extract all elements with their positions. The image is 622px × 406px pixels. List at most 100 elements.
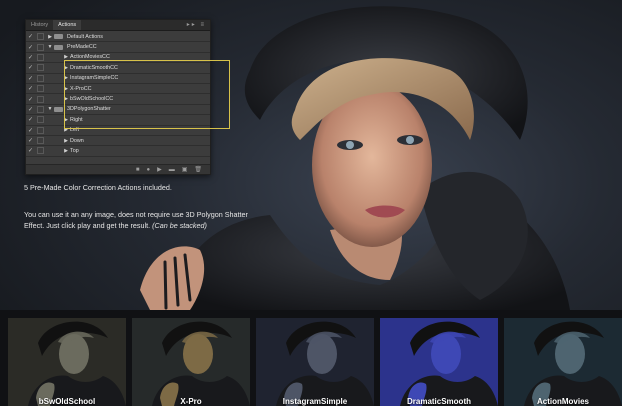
action-row[interactable]: ✓ ▼ 3DPolygonShatter: [26, 105, 210, 116]
dialog-toggle-box[interactable]: [37, 64, 44, 72]
expand-down-icon[interactable]: ▼: [46, 44, 54, 50]
hero-background: History Actions ▸▸ ≡ ✓ ▶ Default Actions ✓ ▼…: [0, 0, 622, 406]
action-label: 3DPolygonShatter: [67, 106, 111, 113]
dialog-toggle-box[interactable]: [37, 95, 44, 103]
action-row[interactable]: ✓ ▶ Down: [26, 136, 210, 147]
action-label: DramaticSmoothCC: [70, 64, 118, 71]
dialog-toggle-box[interactable]: [37, 126, 44, 134]
thumbnail-label: bSwOldSchool: [38, 397, 96, 406]
new-action-icon[interactable]: ▣: [182, 166, 188, 173]
expand-right-icon[interactable]: ▶: [62, 96, 70, 102]
actions-panel: History Actions ▸▸ ≡ ✓ ▶ Default Actions ✓ ▼…: [25, 19, 230, 175]
action-row-content: ▶ Default Actions: [46, 34, 103, 40]
preset-thumbnail[interactable]: bSwOldSchool: [8, 318, 126, 406]
tab-history[interactable]: History: [26, 20, 53, 30]
expand-right-icon[interactable]: ▶: [62, 127, 70, 133]
thumbnail-photo: [28, 321, 126, 406]
dialog-toggle-box[interactable]: [37, 43, 44, 51]
folder-icon: [54, 34, 63, 40]
toggle-check-icon[interactable]: ✓: [26, 116, 35, 123]
action-label: bSwOldSchoolCC: [70, 96, 114, 103]
action-row[interactable]: ✓ ▶ Left: [26, 126, 210, 136]
action-label: Right: [70, 116, 83, 123]
thumbnail-photo: [276, 321, 374, 406]
toggle-check-icon[interactable]: ✓: [26, 137, 35, 144]
expand-right-icon[interactable]: ▶: [62, 75, 70, 81]
action-row-content: ▶ ActionMoviesCC: [46, 54, 110, 60]
expand-right-icon[interactable]: ▶: [62, 117, 70, 123]
preset-thumbnail[interactable]: ActionMovies: [504, 318, 622, 406]
action-row[interactable]: ✓ ▶ ActionMoviesCC: [26, 53, 210, 64]
expand-right-icon[interactable]: ▶: [62, 86, 70, 92]
caption-usage: You can use it an any image, does not re…: [24, 209, 254, 231]
caption-stack-note: (Can be stacked): [152, 221, 207, 230]
play-icon[interactable]: ▶: [157, 166, 162, 173]
dialog-toggle-box[interactable]: [37, 74, 44, 82]
action-label: InstagramSimpleCC: [70, 75, 119, 82]
expand-right-icon[interactable]: ▶: [62, 65, 70, 71]
dialog-toggle-box[interactable]: [37, 33, 44, 41]
dialog-toggle-box[interactable]: [37, 53, 44, 61]
thumbnail-label: DramaticSmooth: [406, 397, 471, 406]
toggle-check-icon[interactable]: ✓: [26, 75, 35, 82]
action-row-content: ▼ 3DPolygonShatter: [46, 106, 111, 112]
folder-icon: [54, 106, 63, 112]
dialog-toggle-box[interactable]: [37, 85, 44, 93]
action-label: Down: [70, 137, 84, 144]
caption-included: 5 Pre-Made Color Correction Actions incl…: [24, 183, 172, 192]
expand-right-icon[interactable]: ▶: [46, 34, 54, 40]
action-row[interactable]: ✓ ▶ X-ProCC: [26, 84, 210, 95]
expand-right-icon[interactable]: ▶: [62, 54, 70, 60]
thumbnail-label: X-Pro: [180, 397, 202, 406]
action-row-content: ▶ InstagramSimpleCC: [46, 75, 118, 81]
action-row[interactable]: ✓ ▶ InstagramSimpleCC: [26, 74, 210, 84]
action-row-content: ▶ DramaticSmoothCC: [46, 65, 118, 71]
preset-thumbnail[interactable]: InstagramSimple: [256, 318, 374, 406]
action-row-content: ▶ bSwOldSchoolCC: [46, 96, 113, 102]
thumbnail-label: ActionMovies: [536, 397, 589, 406]
new-set-icon[interactable]: ▬: [169, 167, 175, 173]
toggle-check-icon[interactable]: ✓: [26, 33, 35, 40]
action-row-content: ▶ Top: [46, 148, 79, 154]
panel-tab-bar: History Actions ▸▸ ≡: [26, 20, 210, 31]
action-row-content: ▶ Right: [46, 117, 83, 123]
thumbnail-photo: [524, 321, 622, 406]
stop-icon[interactable]: ■: [136, 167, 140, 173]
action-row[interactable]: ✓ ▼ PreMadeCC: [26, 42, 210, 53]
expand-right-icon[interactable]: ▶: [62, 138, 70, 144]
tab-actions[interactable]: Actions: [53, 20, 82, 30]
action-label: Top: [70, 147, 79, 154]
dialog-toggle-box[interactable]: [37, 147, 44, 155]
action-label: Default Actions: [67, 33, 103, 40]
dialog-toggle-box[interactable]: [37, 137, 44, 145]
record-icon[interactable]: ●: [146, 167, 150, 173]
expand-down-icon[interactable]: ▼: [46, 106, 54, 112]
action-row-content: ▼ PreMadeCC: [46, 44, 97, 50]
preset-thumbnail[interactable]: DramaticSmooth: [380, 318, 498, 406]
panel-footer-toolbar: ■ ● ▶ ▬ ▣ 🗑: [26, 164, 210, 174]
actions-list: ✓ ▶ Default Actions ✓ ▼ PreMadeCC ✓ ▶ ActionMovi…: [26, 32, 210, 157]
toggle-check-icon[interactable]: ✓: [26, 44, 35, 51]
action-row[interactable]: ✓ ▶ Default Actions: [26, 32, 210, 43]
dialog-toggle-box[interactable]: [37, 116, 44, 124]
action-row[interactable]: ✓ ▶ Right: [26, 115, 210, 126]
toggle-check-icon[interactable]: ✓: [26, 147, 35, 154]
toggle-check-icon[interactable]: ✓: [26, 54, 35, 61]
thumbnail-photo: [400, 321, 498, 406]
toggle-check-icon[interactable]: ✓: [26, 64, 35, 71]
trash-icon[interactable]: 🗑: [194, 166, 202, 173]
toggle-check-icon[interactable]: ✓: [26, 96, 35, 103]
expand-right-icon[interactable]: ▶: [62, 148, 70, 154]
preset-thumbnail[interactable]: X-Pro: [132, 318, 250, 406]
panel-menu-icon[interactable]: ▸▸ ≡: [187, 20, 206, 31]
action-label: ActionMoviesCC: [70, 54, 110, 61]
action-row-content: ▶ X-ProCC: [46, 86, 92, 92]
toggle-check-icon[interactable]: ✓: [26, 85, 35, 92]
dialog-toggle-box[interactable]: [37, 105, 44, 113]
folder-icon: [54, 44, 63, 50]
action-row[interactable]: ✓ ▶ DramaticSmoothCC: [26, 63, 210, 74]
action-row[interactable]: ✓ ▶ Top: [26, 146, 210, 157]
toggle-check-icon[interactable]: ✓: [26, 127, 35, 134]
toggle-check-icon[interactable]: ✓: [26, 106, 35, 113]
action-row[interactable]: ✓ ▶ bSwOldSchoolCC: [26, 94, 210, 105]
